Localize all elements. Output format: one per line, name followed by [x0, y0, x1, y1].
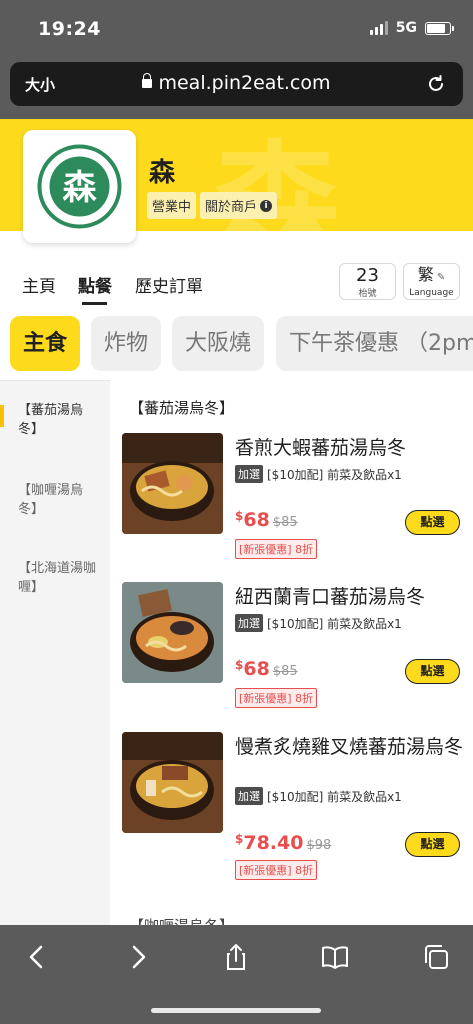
menu-item[interactable]: 紐西蘭青口蕃茄湯烏冬 加選 [$10加配] 前菜及飲品x1 $68 $85 [新張…	[110, 582, 473, 712]
dish-option: 加選 [$10加配] 前菜及飲品x1	[235, 614, 402, 632]
language-label: Language	[409, 288, 454, 298]
store-name: 森	[149, 158, 176, 188]
dish-price: $68 $85	[235, 509, 298, 531]
browser-chrome: 19:24 5G 大小 meal.pin2eat.com	[0, 0, 473, 119]
logo-mark-icon: 森	[37, 144, 122, 229]
dish-option: 加選 [$10加配] 前菜及飲品x1	[235, 465, 402, 483]
dish-photo	[122, 433, 223, 534]
next-section-title: 【咖喱湯烏冬】	[129, 915, 234, 925]
sidebar-item-hokkaido-curry[interactable]: 【北海道湯咖喱】	[18, 559, 100, 597]
dish-photo	[122, 582, 223, 683]
lock-icon	[142, 73, 153, 88]
discount-badge: [新張優惠] 8折	[235, 860, 318, 880]
battery-icon	[425, 21, 454, 35]
status-indicators: 5G	[369, 20, 454, 36]
bookmarks-icon[interactable]	[320, 942, 350, 972]
sidebar-item-curry-udon[interactable]: 【咖喱湯烏冬】	[18, 481, 100, 519]
dish-photo	[122, 732, 223, 833]
back-icon[interactable]	[22, 942, 52, 972]
table-number: 23	[356, 265, 379, 286]
address-bar[interactable]: 大小 meal.pin2eat.com	[10, 62, 463, 106]
option-tag: 加選	[235, 614, 263, 632]
about-merchant-button[interactable]: 關於商戶 i	[200, 192, 278, 219]
original-price: $85	[272, 664, 298, 679]
menu-item[interactable]: 香煎大蝦蕃茄湯烏冬 加選 [$10加配] 前菜及飲品x1 $68 $85 [新張優…	[110, 433, 473, 563]
tab-order[interactable]: 點餐	[78, 272, 112, 297]
discount-badge: [新張優惠] 8折	[235, 688, 318, 708]
sidebar-active-marker	[0, 405, 4, 427]
option-tag: 加選	[235, 787, 263, 805]
option-text: [$10加配] 前菜及飲品x1	[267, 467, 402, 482]
active-tab-underline	[82, 302, 107, 305]
dish-name: 香煎大蝦蕃茄湯烏冬	[235, 437, 407, 459]
url-display[interactable]: meal.pin2eat.com	[10, 72, 463, 94]
home-indicator	[151, 1008, 321, 1013]
menu-item[interactable]: 慢煮炙燒雞叉燒蕃茄湯烏冬 加選 [$10加配] 前菜及飲品x1 $78.40 $9…	[110, 732, 473, 880]
table-number-label: 枱號	[358, 289, 377, 299]
category-main[interactable]: 主食	[10, 316, 81, 371]
network-label: 5G	[395, 20, 417, 36]
url-text: meal.pin2eat.com	[158, 72, 331, 94]
select-dish-button[interactable]: 點選	[405, 832, 460, 857]
dish-option: 加選 [$10加配] 前菜及飲品x1	[235, 787, 402, 805]
status-time: 19:24	[38, 18, 101, 40]
dish-price: $78.40 $98	[235, 832, 332, 854]
svg-text:森: 森	[63, 168, 98, 208]
tab-home[interactable]: 主頁	[22, 272, 56, 297]
reload-icon[interactable]	[425, 73, 447, 95]
menu-sidebar: 【蕃茄湯烏冬】 【咖喱湯烏冬】 【北海道湯咖喱】	[0, 380, 110, 925]
language-char: 繁 ✎	[417, 265, 446, 284]
category-okonomiyaki[interactable]: 大阪燒	[172, 316, 265, 371]
about-merchant-label: 關於商戶	[205, 200, 258, 215]
category-afternoon-tea[interactable]: 下午茶優惠 （2pm	[276, 316, 473, 371]
table-number-badge: 23 枱號	[339, 263, 396, 300]
discount-badge: [新張優惠] 8折	[235, 539, 318, 559]
info-icon: i	[260, 199, 273, 212]
option-tag: 加選	[235, 465, 263, 483]
select-dish-button[interactable]: 點選	[405, 510, 460, 535]
original-price: $98	[306, 838, 332, 853]
option-text: [$10加配] 前菜及飲品x1	[267, 616, 402, 631]
option-text: [$10加配] 前菜及飲品x1	[267, 789, 402, 804]
store-logo: 森	[23, 130, 136, 243]
category-bar: 主食 炸物 大阪燒 下午茶優惠 （2pm	[0, 316, 473, 372]
tabs-icon[interactable]	[421, 942, 451, 972]
section-title: 【蕃茄湯烏冬】	[129, 399, 235, 417]
open-status-badge: 營業中	[147, 192, 197, 219]
original-price: $85	[272, 515, 298, 530]
select-dish-button[interactable]: 點選	[405, 659, 460, 684]
dish-price: $68 $85	[235, 658, 298, 680]
store-badges: 營業中 關於商戶 i	[147, 192, 278, 219]
menu-content: 【蕃茄湯烏冬】 香煎大蝦蕃茄湯烏冬 加選 [$10加配] 前菜及飲品x1 $68…	[110, 380, 473, 925]
forward-icon[interactable]	[123, 942, 153, 972]
signal-icon	[369, 21, 388, 35]
dish-name: 紐西蘭青口蕃茄湯烏冬	[235, 586, 426, 608]
share-icon[interactable]	[221, 942, 251, 972]
language-button[interactable]: 繁 ✎ Language	[403, 263, 460, 300]
tab-order-history[interactable]: 歷史訂單	[135, 272, 203, 297]
dish-name: 慢煮炙燒雞叉燒蕃茄湯烏冬	[235, 736, 464, 758]
category-fried[interactable]: 炸物	[91, 316, 162, 371]
sidebar-item-tomato-udon[interactable]: 【蕃茄湯烏冬】	[18, 401, 100, 439]
